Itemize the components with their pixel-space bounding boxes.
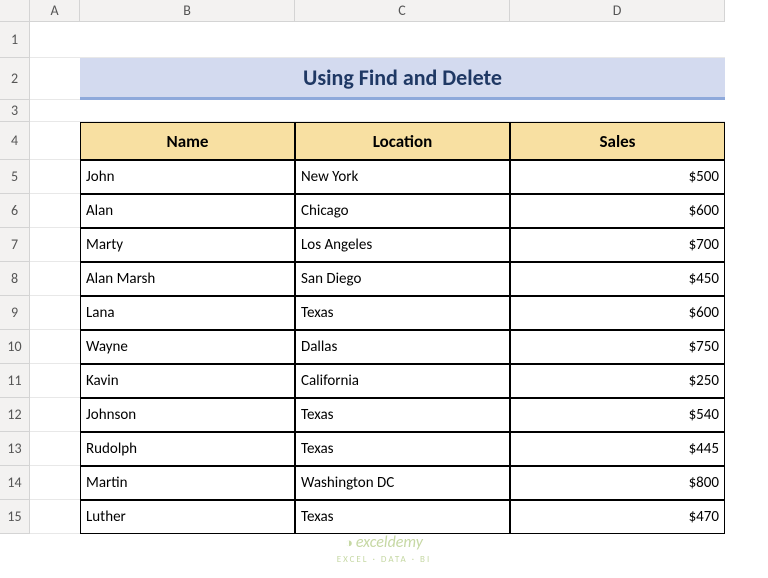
cell-sales-3[interactable]: $450 xyxy=(510,262,725,296)
cell-name-5[interactable]: Wayne xyxy=(80,330,295,364)
header-sales[interactable]: Sales xyxy=(510,122,725,160)
row-header-6[interactable]: 6 xyxy=(0,194,30,228)
title-cell[interactable]: Using Find and Delete xyxy=(80,58,725,100)
col-header-d[interactable]: D xyxy=(510,0,725,22)
cell-b1[interactable] xyxy=(80,22,295,58)
watermark-icon: ◑ xyxy=(345,536,356,551)
watermark: ◑ exceldemy EXCEL · DATA · BI xyxy=(337,534,431,566)
cell-sales-1[interactable]: $600 xyxy=(510,194,725,228)
row-header-9[interactable]: 9 xyxy=(0,296,30,330)
cell-sales-7[interactable]: $540 xyxy=(510,398,725,432)
header-name[interactable]: Name xyxy=(80,122,295,160)
col-header-a[interactable]: A xyxy=(30,0,80,22)
cell-location-2[interactable]: Los Angeles xyxy=(295,228,510,262)
row-header-11[interactable]: 11 xyxy=(0,364,30,398)
cell-location-1[interactable]: Chicago xyxy=(295,194,510,228)
cell-a4[interactable] xyxy=(30,122,80,160)
row-header-14[interactable]: 14 xyxy=(0,466,30,500)
cell-location-9[interactable]: Washington DC xyxy=(295,466,510,500)
cell-location-7[interactable]: Texas xyxy=(295,398,510,432)
cell-sales-4[interactable]: $600 xyxy=(510,296,725,330)
cell-sales-10[interactable]: $470 xyxy=(510,500,725,534)
col-header-b[interactable]: B xyxy=(80,0,295,22)
row-header-10[interactable]: 10 xyxy=(0,330,30,364)
cell-name-3[interactable]: Alan Marsh xyxy=(80,262,295,296)
spreadsheet-grid: A B C D 1 2 Using Find and Delete 3 4 Na… xyxy=(0,0,768,534)
cell-c3[interactable] xyxy=(295,100,510,122)
cell-location-6[interactable]: California xyxy=(295,364,510,398)
cell-a8[interactable] xyxy=(30,262,80,296)
cell-a2[interactable] xyxy=(30,58,80,100)
row-header-2[interactable]: 2 xyxy=(0,58,30,100)
cell-location-8[interactable]: Texas xyxy=(295,432,510,466)
cell-location-5[interactable]: Dallas xyxy=(295,330,510,364)
cell-d3[interactable] xyxy=(510,100,725,122)
cell-a1[interactable] xyxy=(30,22,80,58)
row-header-1[interactable]: 1 xyxy=(0,22,30,58)
cell-name-1[interactable]: Alan xyxy=(80,194,295,228)
cell-name-9[interactable]: Martin xyxy=(80,466,295,500)
cell-sales-6[interactable]: $250 xyxy=(510,364,725,398)
row-header-15[interactable]: 15 xyxy=(0,500,30,534)
cell-a14[interactable] xyxy=(30,466,80,500)
watermark-tagline: EXCEL · DATA · BI xyxy=(337,554,431,565)
cell-name-6[interactable]: Kavin xyxy=(80,364,295,398)
row-header-5[interactable]: 5 xyxy=(0,160,30,194)
cell-c1[interactable] xyxy=(295,22,510,58)
select-all-corner[interactable] xyxy=(0,0,30,22)
cell-a5[interactable] xyxy=(30,160,80,194)
cell-name-2[interactable]: Marty xyxy=(80,228,295,262)
row-header-3[interactable]: 3 xyxy=(0,100,30,122)
cell-location-10[interactable]: Texas xyxy=(295,500,510,534)
cell-a12[interactable] xyxy=(30,398,80,432)
cell-sales-9[interactable]: $800 xyxy=(510,466,725,500)
cell-location-0[interactable]: New York xyxy=(295,160,510,194)
row-header-7[interactable]: 7 xyxy=(0,228,30,262)
cell-sales-2[interactable]: $700 xyxy=(510,228,725,262)
cell-a13[interactable] xyxy=(30,432,80,466)
header-location[interactable]: Location xyxy=(295,122,510,160)
cell-sales-8[interactable]: $445 xyxy=(510,432,725,466)
cell-name-10[interactable]: Luther xyxy=(80,500,295,534)
cell-a3[interactable] xyxy=(30,100,80,122)
cell-b3[interactable] xyxy=(80,100,295,122)
cell-a9[interactable] xyxy=(30,296,80,330)
cell-name-0[interactable]: John xyxy=(80,160,295,194)
cell-a7[interactable] xyxy=(30,228,80,262)
col-header-c[interactable]: C xyxy=(295,0,510,22)
cell-name-4[interactable]: Lana xyxy=(80,296,295,330)
cell-a6[interactable] xyxy=(30,194,80,228)
cell-a11[interactable] xyxy=(30,364,80,398)
row-header-13[interactable]: 13 xyxy=(0,432,30,466)
row-header-4[interactable]: 4 xyxy=(0,122,30,160)
watermark-brand: exceldemy xyxy=(356,533,423,552)
cell-a10[interactable] xyxy=(30,330,80,364)
cell-sales-0[interactable]: $500 xyxy=(510,160,725,194)
cell-name-7[interactable]: Johnson xyxy=(80,398,295,432)
row-header-12[interactable]: 12 xyxy=(0,398,30,432)
cell-name-8[interactable]: Rudolph xyxy=(80,432,295,466)
row-header-8[interactable]: 8 xyxy=(0,262,30,296)
cell-location-4[interactable]: Texas xyxy=(295,296,510,330)
cell-d1[interactable] xyxy=(510,22,725,58)
cell-sales-5[interactable]: $750 xyxy=(510,330,725,364)
cell-a15[interactable] xyxy=(30,500,80,534)
cell-location-3[interactable]: San Diego xyxy=(295,262,510,296)
